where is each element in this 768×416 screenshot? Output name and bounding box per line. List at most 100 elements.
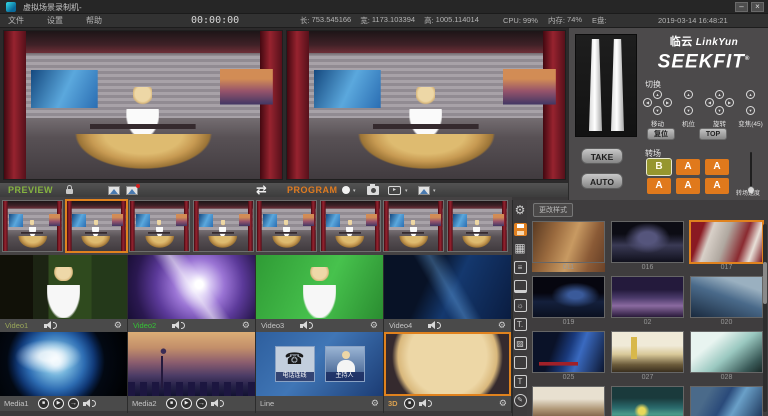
scene-image[interactable] [532,276,605,318]
stop-button[interactable]: ■ [404,398,415,409]
gear-icon[interactable]: ⚙ [242,321,250,330]
menu-help[interactable]: 帮助 [86,15,102,26]
scrollbar-thumb[interactable] [763,262,767,304]
scene-thumbnail[interactable] [690,386,763,416]
save-icon[interactable] [514,223,527,236]
scene-thumbnail[interactable] [611,386,684,416]
camera-angle-thumbnail[interactable] [320,200,381,252]
camera-angle-thumbnail[interactable] [66,200,127,252]
camera-angle-thumbnail[interactable] [2,200,63,252]
scene-image[interactable] [532,221,605,263]
record-caret-icon[interactable]: ▾ [353,188,356,194]
down-arrow-button[interactable]: ▼ [746,106,755,115]
video4-thumbnail[interactable] [384,255,511,319]
phone-line-chip[interactable]: ☎ 电话连线 [275,346,315,382]
speaker-icon[interactable] [428,321,442,330]
reset-button[interactable]: 复位 [647,128,675,140]
transition-button[interactable]: A [647,178,671,194]
camera-angle-thumbnail[interactable] [193,200,254,252]
play-button[interactable]: ▶ [53,398,64,409]
transition-button[interactable]: A [676,178,700,194]
image-output-icon[interactable] [418,186,430,195]
speaker-icon[interactable] [211,399,225,408]
down-arrow-button[interactable]: ▼ [684,106,693,115]
video3-thumbnail[interactable] [256,255,383,319]
image-icon[interactable]: ▨ [514,337,527,350]
media1-thumbnail[interactable] [0,332,127,396]
top-button[interactable]: TOP [699,128,727,140]
scene-thumbnail[interactable]: 019 [532,276,605,327]
scene-image[interactable] [690,331,763,373]
swap-icon[interactable]: ⇄ [256,182,267,198]
transition-button[interactable]: A [705,159,729,175]
record-icon[interactable] [342,186,350,194]
camera-angle-thumbnail[interactable] [447,200,508,252]
left-arrow-button[interactable]: ◀ [705,98,714,107]
down-arrow-button[interactable]: ▼ [653,106,662,115]
speaker-icon[interactable] [44,321,58,330]
t-bar-blade[interactable] [611,39,624,131]
host-chip[interactable]: 主持人 [325,346,365,382]
scene-thumbnail[interactable]: 020 [690,276,763,327]
media2-thumbnail[interactable] [128,332,255,396]
scene-thumbnail[interactable]: 027 [611,331,684,382]
t-bar-fader[interactable] [575,34,637,137]
snapshot-icon[interactable] [108,186,120,195]
snapshot-alert-icon[interactable] [126,186,138,195]
speaker-icon[interactable] [300,321,314,330]
down-arrow-button[interactable]: ▼ [715,106,724,115]
image-caret-icon[interactable]: ▾ [433,188,436,194]
scene-thumbnail[interactable]: 028 [690,331,763,382]
loop-button[interactable]: → [196,398,207,409]
video2-thumbnail[interactable] [128,255,255,319]
camera-angle-thumbnail[interactable] [129,200,190,252]
up-arrow-button[interactable]: ▲ [653,90,662,99]
scene-image[interactable] [690,386,763,416]
scene-image[interactable] [611,386,684,416]
right-arrow-button[interactable]: ▶ [725,98,734,107]
change-style-button[interactable]: 更改样式 [533,203,573,217]
edit-icon[interactable]: ✎ [514,394,527,407]
up-arrow-button[interactable]: ▲ [684,90,693,99]
frame-icon[interactable] [514,356,527,369]
camera-icon[interactable] [367,186,379,195]
take-button[interactable]: TAKE [581,148,623,164]
scene-thumbnail[interactable]: 011 [532,221,605,272]
stream-caret-icon[interactable]: ▾ [405,188,408,194]
preview-monitor[interactable] [3,30,283,180]
light-icon[interactable]: ☼ [514,299,527,312]
transition-button[interactable]: B [647,159,671,175]
text-icon[interactable]: T [514,375,527,388]
scene-thumbnail[interactable]: 017 [690,221,763,272]
scene-image[interactable] [611,221,684,263]
gear-icon[interactable]: ⚙ [114,321,122,330]
right-arrow-button[interactable]: ▶ [663,98,672,107]
up-arrow-button[interactable]: ▲ [746,90,755,99]
up-arrow-button[interactable]: ▲ [715,90,724,99]
menu-settings[interactable]: 设置 [47,15,63,26]
gear-icon[interactable]: ⚙ [371,399,379,408]
subtitle-icon[interactable]: T. [514,318,527,331]
scrollbar[interactable] [763,224,767,412]
menu-file[interactable]: 文件 [8,15,24,26]
gear-icon[interactable]: ⚙ [499,399,507,408]
speaker-icon[interactable] [83,399,97,408]
scene-thumbnail[interactable] [532,386,605,416]
video1-thumbnail[interactable] [0,255,127,319]
left-arrow-button[interactable]: ◀ [643,98,652,107]
t-bar-blade[interactable] [589,39,602,131]
gear-icon[interactable]: ⚙ [498,321,506,330]
program-monitor[interactable] [286,30,566,180]
stop-button[interactable]: ■ [38,398,49,409]
loop-button[interactable]: → [68,398,79,409]
gear-icon[interactable]: ⚙ [370,321,378,330]
transition-button[interactable]: A [676,159,700,175]
close-button[interactable]: × [751,2,764,12]
grid-icon[interactable]: ▦ [514,242,527,255]
playlist-icon[interactable]: ≡ [514,261,527,274]
stop-button[interactable]: ■ [166,398,177,409]
scene-image[interactable] [690,221,763,263]
camera-angle-thumbnail[interactable] [256,200,317,252]
scene-thumbnail[interactable]: 025 [532,331,605,382]
scene-thumbnail[interactable]: 016 [611,221,684,272]
